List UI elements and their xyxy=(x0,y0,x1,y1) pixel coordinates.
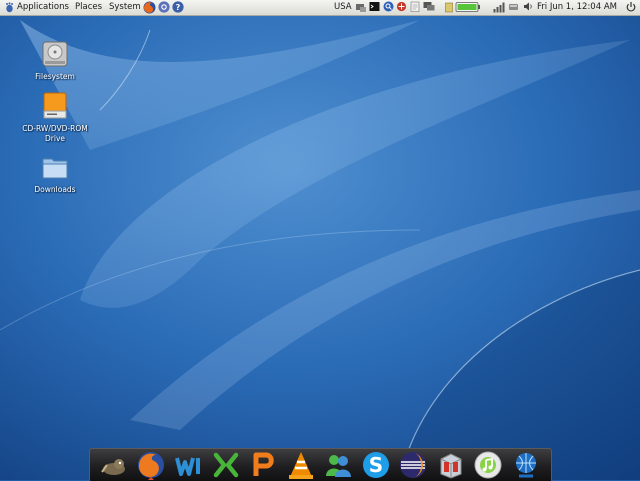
svg-text:?: ? xyxy=(176,3,181,12)
gnome-foot-icon[interactable] xyxy=(4,2,15,17)
eclipse-icon[interactable] xyxy=(398,450,428,480)
update-icon[interactable] xyxy=(396,1,407,13)
firefox-icon[interactable] xyxy=(136,450,166,480)
clipboard-icon[interactable] xyxy=(410,1,420,13)
clock[interactable]: Fri Jun 1, 12:04 AM xyxy=(537,2,617,13)
application-dock: S xyxy=(89,448,552,481)
writer-icon[interactable] xyxy=(174,450,204,480)
applications-menu[interactable]: Applications xyxy=(17,2,69,13)
battery-icon[interactable] xyxy=(445,1,481,13)
desktop-icon-label: Filesystem xyxy=(35,72,75,81)
optical-drive-icon xyxy=(43,92,67,119)
vlc-icon[interactable] xyxy=(286,450,316,480)
help-icon[interactable]: ? xyxy=(172,1,184,13)
drive-mount-icon[interactable] xyxy=(508,1,519,13)
system-menu[interactable]: System xyxy=(109,2,141,13)
power-icon[interactable] xyxy=(625,1,637,13)
desktop-wallpaper xyxy=(0,0,640,480)
volume-icon[interactable] xyxy=(523,1,534,13)
messenger-icon[interactable] xyxy=(323,450,353,480)
desktop-icon-optical-drive[interactable]: CD-RW/DVD-ROM Drive xyxy=(19,91,91,144)
music-player-icon[interactable] xyxy=(473,450,503,480)
network-icon[interactable] xyxy=(355,1,367,13)
desktop-icon-downloads[interactable]: Downloads xyxy=(19,152,91,195)
email-icon[interactable] xyxy=(158,1,170,13)
desktop-icon-filesystem[interactable]: Filesystem xyxy=(19,39,91,82)
firefox-icon[interactable] xyxy=(143,1,156,14)
svg-text:S: S xyxy=(369,453,383,477)
terminal-icon[interactable] xyxy=(369,1,380,13)
archive-icon[interactable] xyxy=(436,450,466,480)
top-panel: Applications Places System ? USA Fri Jun… xyxy=(0,0,640,16)
skype-icon[interactable]: S xyxy=(361,450,391,480)
places-menu[interactable]: Places xyxy=(75,2,102,13)
spreadsheet-icon[interactable] xyxy=(211,450,241,480)
signal-bars-icon[interactable] xyxy=(493,1,505,13)
gimp-icon[interactable] xyxy=(99,450,129,480)
hard-drive-icon xyxy=(42,41,68,67)
desktop-icon-label: CD-RW/DVD-ROM Drive xyxy=(22,124,88,143)
folder-icon xyxy=(42,158,68,179)
search-icon[interactable] xyxy=(383,1,394,13)
network-globe-icon[interactable] xyxy=(511,450,541,480)
desktop-icon-label: Downloads xyxy=(34,185,76,194)
display-icon[interactable] xyxy=(423,1,435,13)
presentation-icon[interactable] xyxy=(248,450,278,480)
keyboard-layout-indicator[interactable]: USA xyxy=(334,2,352,13)
